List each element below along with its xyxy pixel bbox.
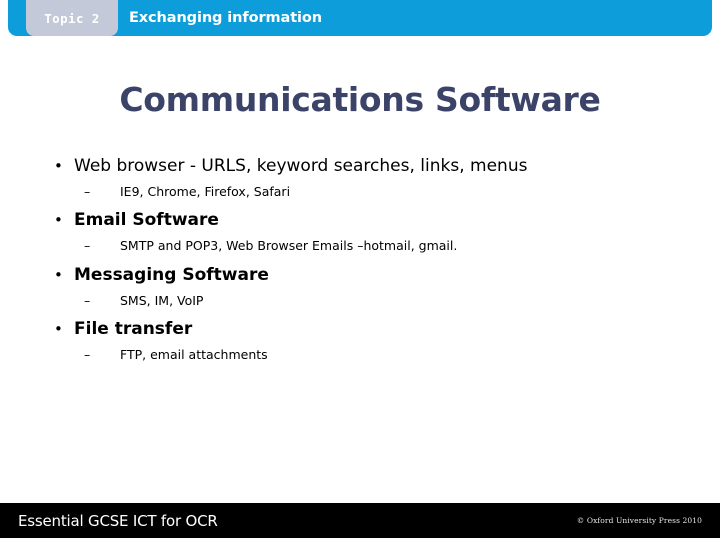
bullet-group: • File transfer – FTP, email attachments bbox=[48, 318, 678, 363]
bullet-level2: – SMS, IM, VoIP bbox=[48, 293, 678, 309]
bullet-level1-text: Messaging Software bbox=[74, 264, 269, 285]
bullet-level1: • Email Software bbox=[48, 209, 678, 234]
bullet-level2-text: IE9, Chrome, Firefox, Safari bbox=[120, 184, 291, 199]
bullet-marker-icon: • bbox=[54, 265, 63, 284]
header-title: Exchanging information bbox=[129, 10, 322, 26]
footer-brand: Essential GCSE ICT for OCR bbox=[18, 511, 218, 530]
bullet-group: • Web browser - URLS, keyword searches, … bbox=[48, 155, 678, 200]
bullet-level2: – FTP, email attachments bbox=[48, 347, 678, 363]
footer-copyright: © Oxford University Press 2010 bbox=[576, 516, 702, 525]
bullet-marker-icon: • bbox=[54, 319, 63, 338]
bullet-level1-text: Web browser - URLS, keyword searches, li… bbox=[74, 156, 528, 176]
topic-chip: Topic 2 bbox=[26, 0, 118, 36]
dash-marker-icon: – bbox=[84, 238, 91, 254]
bullet-level2-text: FTP, email attachments bbox=[120, 346, 268, 362]
page-title: Communications Software bbox=[119, 80, 601, 119]
dash-marker-icon: – bbox=[84, 346, 91, 362]
dash-marker-icon: – bbox=[84, 292, 91, 308]
bullet-marker-icon: • bbox=[54, 157, 63, 175]
header-bar: Topic 2 Exchanging information bbox=[8, 0, 712, 36]
bullet-level2: – SMTP and POP3, Web Browser Emails –hot… bbox=[48, 238, 678, 254]
bullet-level1: • File transfer bbox=[48, 318, 678, 343]
topic-chip-label: Topic 2 bbox=[44, 10, 100, 26]
footer-bar: Essential GCSE ICT for OCR © Oxford Univ… bbox=[0, 503, 720, 538]
bullet-level1-text: Email Software bbox=[74, 210, 219, 231]
bullet-level2-text: SMTP and POP3, Web Browser Emails –hotma… bbox=[120, 238, 458, 254]
content-body: • Web browser - URLS, keyword searches, … bbox=[48, 155, 678, 372]
bullet-group: • Messaging Software – SMS, IM, VoIP bbox=[48, 264, 678, 309]
slide: Topic 2 Exchanging information Communica… bbox=[0, 0, 720, 540]
dash-marker-icon: – bbox=[84, 184, 91, 199]
bullet-level2: – IE9, Chrome, Firefox, Safari bbox=[48, 184, 678, 200]
bullet-level1: • Messaging Software bbox=[48, 264, 678, 289]
bullet-level2-text: SMS, IM, VoIP bbox=[120, 292, 204, 308]
bullet-level1-text: File transfer bbox=[74, 318, 193, 339]
bullet-marker-icon: • bbox=[54, 211, 63, 230]
header-inner: Topic 2 Exchanging information bbox=[8, 0, 712, 36]
bullet-level1: • Web browser - URLS, keyword searches, … bbox=[48, 155, 678, 180]
bullet-group: • Email Software – SMTP and POP3, Web Br… bbox=[48, 209, 678, 254]
